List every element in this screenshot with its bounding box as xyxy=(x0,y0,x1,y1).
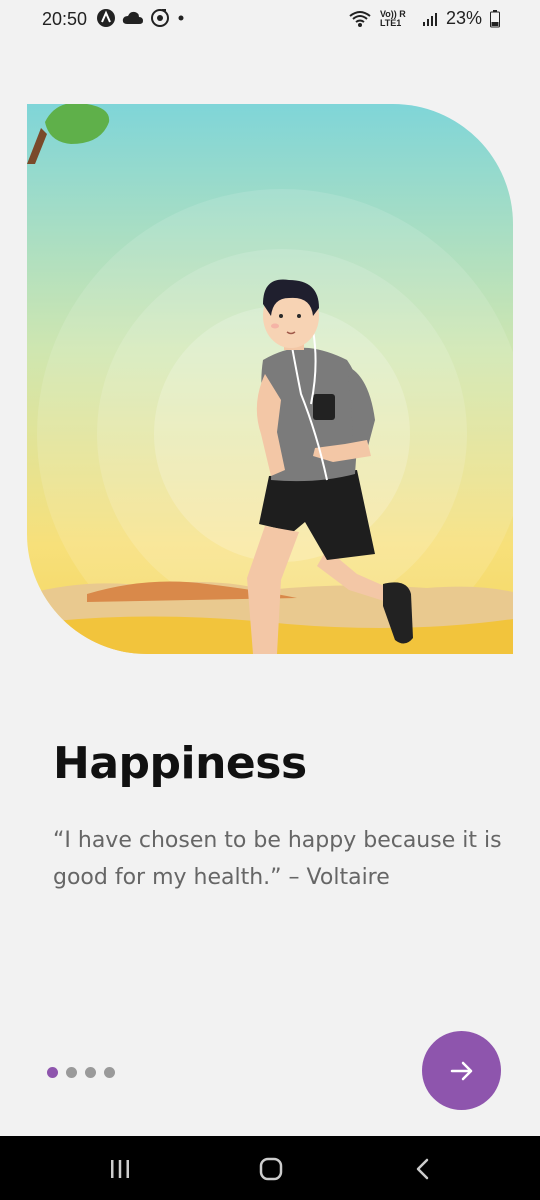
page-indicator-dot-4 xyxy=(104,1067,115,1078)
page-indicator-dot-1 xyxy=(47,1067,58,1078)
media-notification-icon xyxy=(150,8,170,28)
battery-icon xyxy=(490,9,500,28)
home-icon[interactable] xyxy=(251,1154,291,1184)
cloud-icon xyxy=(122,10,144,26)
more-notifications-dot-icon xyxy=(176,13,186,23)
onboarding-quote: “I have chosen to be happy because it is… xyxy=(53,828,502,890)
arrow-right-icon xyxy=(449,1058,475,1084)
status-system-icons: Vo)) R LTE1 23% xyxy=(348,8,500,29)
back-icon[interactable] xyxy=(403,1154,443,1184)
wifi-icon xyxy=(348,10,372,28)
onboarding-title: Happiness xyxy=(53,738,307,789)
jogging-man-illustration xyxy=(27,104,513,654)
battery-percent: 23% xyxy=(445,8,482,28)
page-indicator-dot-3 xyxy=(85,1067,96,1078)
app-notification-icon xyxy=(96,8,116,28)
status-bar: 20:50 Vo)) R LTE1 23% xyxy=(0,0,540,40)
network-label: Vo)) R LTE1 xyxy=(379,8,406,28)
hero-illustration xyxy=(27,104,513,654)
status-time: 20:50 xyxy=(42,9,88,29)
recent-apps-icon[interactable] xyxy=(100,1154,140,1184)
next-button[interactable] xyxy=(422,1031,501,1110)
page-indicator-dot-2 xyxy=(66,1067,77,1078)
signal-icon xyxy=(422,11,438,27)
status-notification-icons xyxy=(96,8,186,28)
page-indicator xyxy=(47,1067,115,1078)
navigation-bar xyxy=(0,1136,540,1200)
